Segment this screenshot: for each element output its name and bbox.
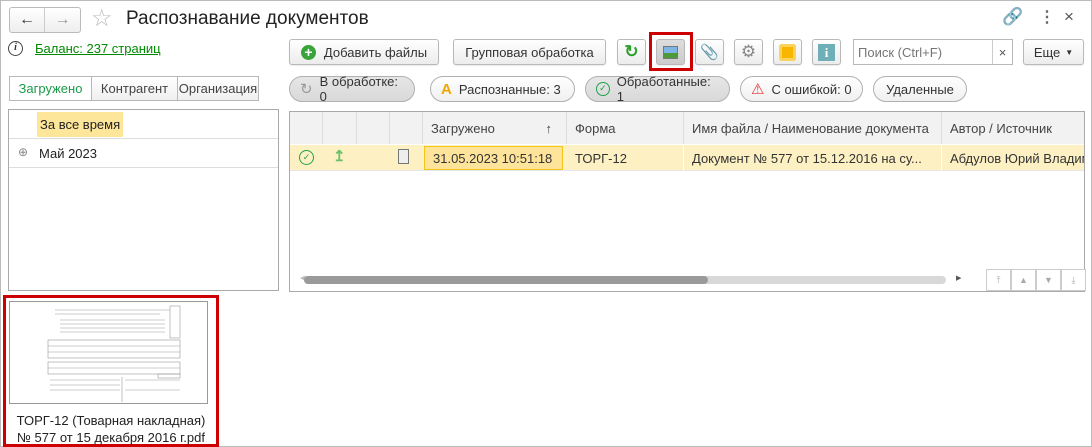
tab-counterparty[interactable]: Контрагент	[91, 76, 178, 101]
cell-filename[interactable]: Документ № 577 от 15.12.2016 на су...	[684, 145, 942, 171]
column-filename[interactable]: Имя файла / Наименование документа	[684, 112, 942, 144]
scroll-up-button[interactable]: ▲	[1011, 269, 1036, 291]
preview-caption: ТОРГ-12 (Товарная накладная) № 577 от 15…	[5, 412, 217, 446]
scrollbar-thumb[interactable]	[304, 276, 708, 284]
page-title: Распознавание документов	[126, 8, 369, 29]
add-files-label: Добавить файлы	[323, 44, 428, 60]
column-flag[interactable]	[357, 112, 390, 144]
warning-icon: ⚠	[751, 81, 765, 98]
more-button[interactable]: Еще ▼	[1023, 39, 1084, 65]
tab-label: Организация	[178, 81, 258, 96]
more-vertical-icon[interactable]: ⋮	[1039, 7, 1055, 27]
dropdown-arrow-icon: ▼	[1065, 47, 1074, 57]
check-circle-icon: ✓	[596, 82, 610, 96]
add-files-button[interactable]: + Добавить файлы	[289, 39, 439, 65]
search-box: ×	[853, 39, 1013, 65]
refresh-icon: ↻	[624, 42, 639, 61]
column-label: Загружено	[431, 120, 495, 136]
filter-with-error[interactable]: ⚠ С ошибкой: 0	[740, 76, 863, 102]
table-header: Загружено ↑ Форма Имя файла / Наименовани…	[290, 112, 1084, 144]
filter-label: В обработке: 0	[319, 74, 399, 104]
table-row[interactable]: ✓ ↥ 31.05.2023 10:51:18 ТОРГ-12 Документ…	[290, 145, 1084, 171]
column-attachment[interactable]	[390, 112, 423, 144]
document-clip-icon	[398, 149, 409, 164]
filter-recognized[interactable]: A Распознанные: 3	[430, 76, 575, 102]
refresh-icon: ↻	[300, 81, 313, 98]
link-icon[interactable]: 🔗	[1002, 7, 1023, 27]
filter-label: Обработанные: 1	[616, 74, 711, 104]
caption-line-1: ТОРГ-12 (Товарная накладная)	[16, 413, 206, 428]
tree-row[interactable]: ⊕ Май 2023	[9, 139, 278, 168]
service-icon	[779, 43, 796, 61]
info-button[interactable]: i	[812, 39, 841, 65]
recognized-icon: A	[441, 80, 452, 98]
document-thumbnail	[47, 305, 181, 402]
refresh-button[interactable]: ↻	[617, 39, 646, 65]
nav-buttons: ← →	[9, 7, 81, 33]
gear-icon: ⚙	[740, 42, 757, 61]
filter-processed[interactable]: ✓ Обработанные: 1	[585, 74, 730, 104]
sort-asc-icon: ↑	[545, 120, 553, 136]
column-uploaded[interactable]: Загружено ↑	[423, 112, 567, 144]
document-preview-image[interactable]	[9, 301, 208, 404]
column-status[interactable]	[290, 112, 323, 144]
filter-deleted[interactable]: Удаленные	[873, 76, 967, 102]
group-processing-button[interactable]: Групповая обработка	[453, 39, 606, 65]
scroll-right-arrow[interactable]: ▶	[956, 274, 961, 282]
caption-line-2: № 577 от 15 декабря 2016 г.pdf	[16, 430, 205, 445]
cell-author[interactable]: Абдулов Юрий Владимирович	[942, 145, 1084, 171]
paperclip-icon: 📎	[700, 44, 719, 61]
search-input[interactable]	[854, 40, 993, 64]
cell-form[interactable]: ТОРГ-12	[567, 145, 684, 171]
filter-label: Удаленные	[886, 81, 954, 97]
scroll-top-button[interactable]: ⤒	[986, 269, 1011, 291]
tab-label: Загружено	[18, 81, 83, 96]
attach-button[interactable]: 📎	[695, 39, 724, 65]
image-icon	[663, 45, 678, 59]
tree-row[interactable]: За все время	[9, 110, 278, 139]
show-image-button[interactable]	[656, 39, 685, 65]
info-icon: i	[8, 41, 23, 56]
forward-button[interactable]: →	[45, 8, 80, 32]
tab-organization[interactable]: Организация	[177, 76, 259, 101]
scroll-bottom-button[interactable]: ⤓	[1061, 269, 1086, 291]
search-clear-button[interactable]: ×	[993, 40, 1012, 64]
upload-icon: ↥	[333, 148, 346, 165]
balance-link[interactable]: Баланс: 237 страниц	[35, 41, 161, 56]
back-button[interactable]: ←	[10, 8, 45, 32]
close-icon[interactable]: ×	[1064, 7, 1074, 27]
tab-uploaded[interactable]: Загружено	[9, 76, 92, 101]
scroll-down-button[interactable]: ▼	[1036, 269, 1061, 291]
documents-table: Загружено ↑ Форма Имя файла / Наименовани…	[289, 111, 1085, 292]
cell-uploaded[interactable]: 31.05.2023 10:51:18	[424, 146, 563, 170]
filter-in-processing[interactable]: ↻ В обработке: 0	[289, 74, 415, 104]
service-button[interactable]	[773, 39, 802, 65]
tree-item-may-2023[interactable]: Май 2023	[39, 146, 97, 161]
expand-icon[interactable]: ⊕	[18, 145, 28, 159]
tab-label: Контрагент	[100, 81, 169, 96]
filter-label: Распознанные: 3	[458, 81, 561, 97]
period-tree: За все время ⊕ Май 2023	[8, 109, 279, 291]
column-form[interactable]: Форма	[567, 112, 684, 144]
column-source[interactable]	[323, 112, 357, 144]
filter-label: С ошибкой: 0	[771, 81, 852, 97]
settings-button[interactable]: ⚙	[734, 39, 763, 65]
check-circle-icon: ✓	[299, 150, 314, 165]
more-label: Еще	[1033, 44, 1061, 60]
column-author[interactable]: Автор / Источник	[942, 112, 1084, 144]
info-square-icon: i	[818, 43, 835, 61]
tree-item-all-time[interactable]: За все время	[37, 112, 124, 137]
favorite-star-icon[interactable]: ☆	[91, 4, 113, 33]
horizontal-scrollbar[interactable]	[304, 276, 946, 284]
plus-circle-icon: +	[300, 44, 316, 60]
